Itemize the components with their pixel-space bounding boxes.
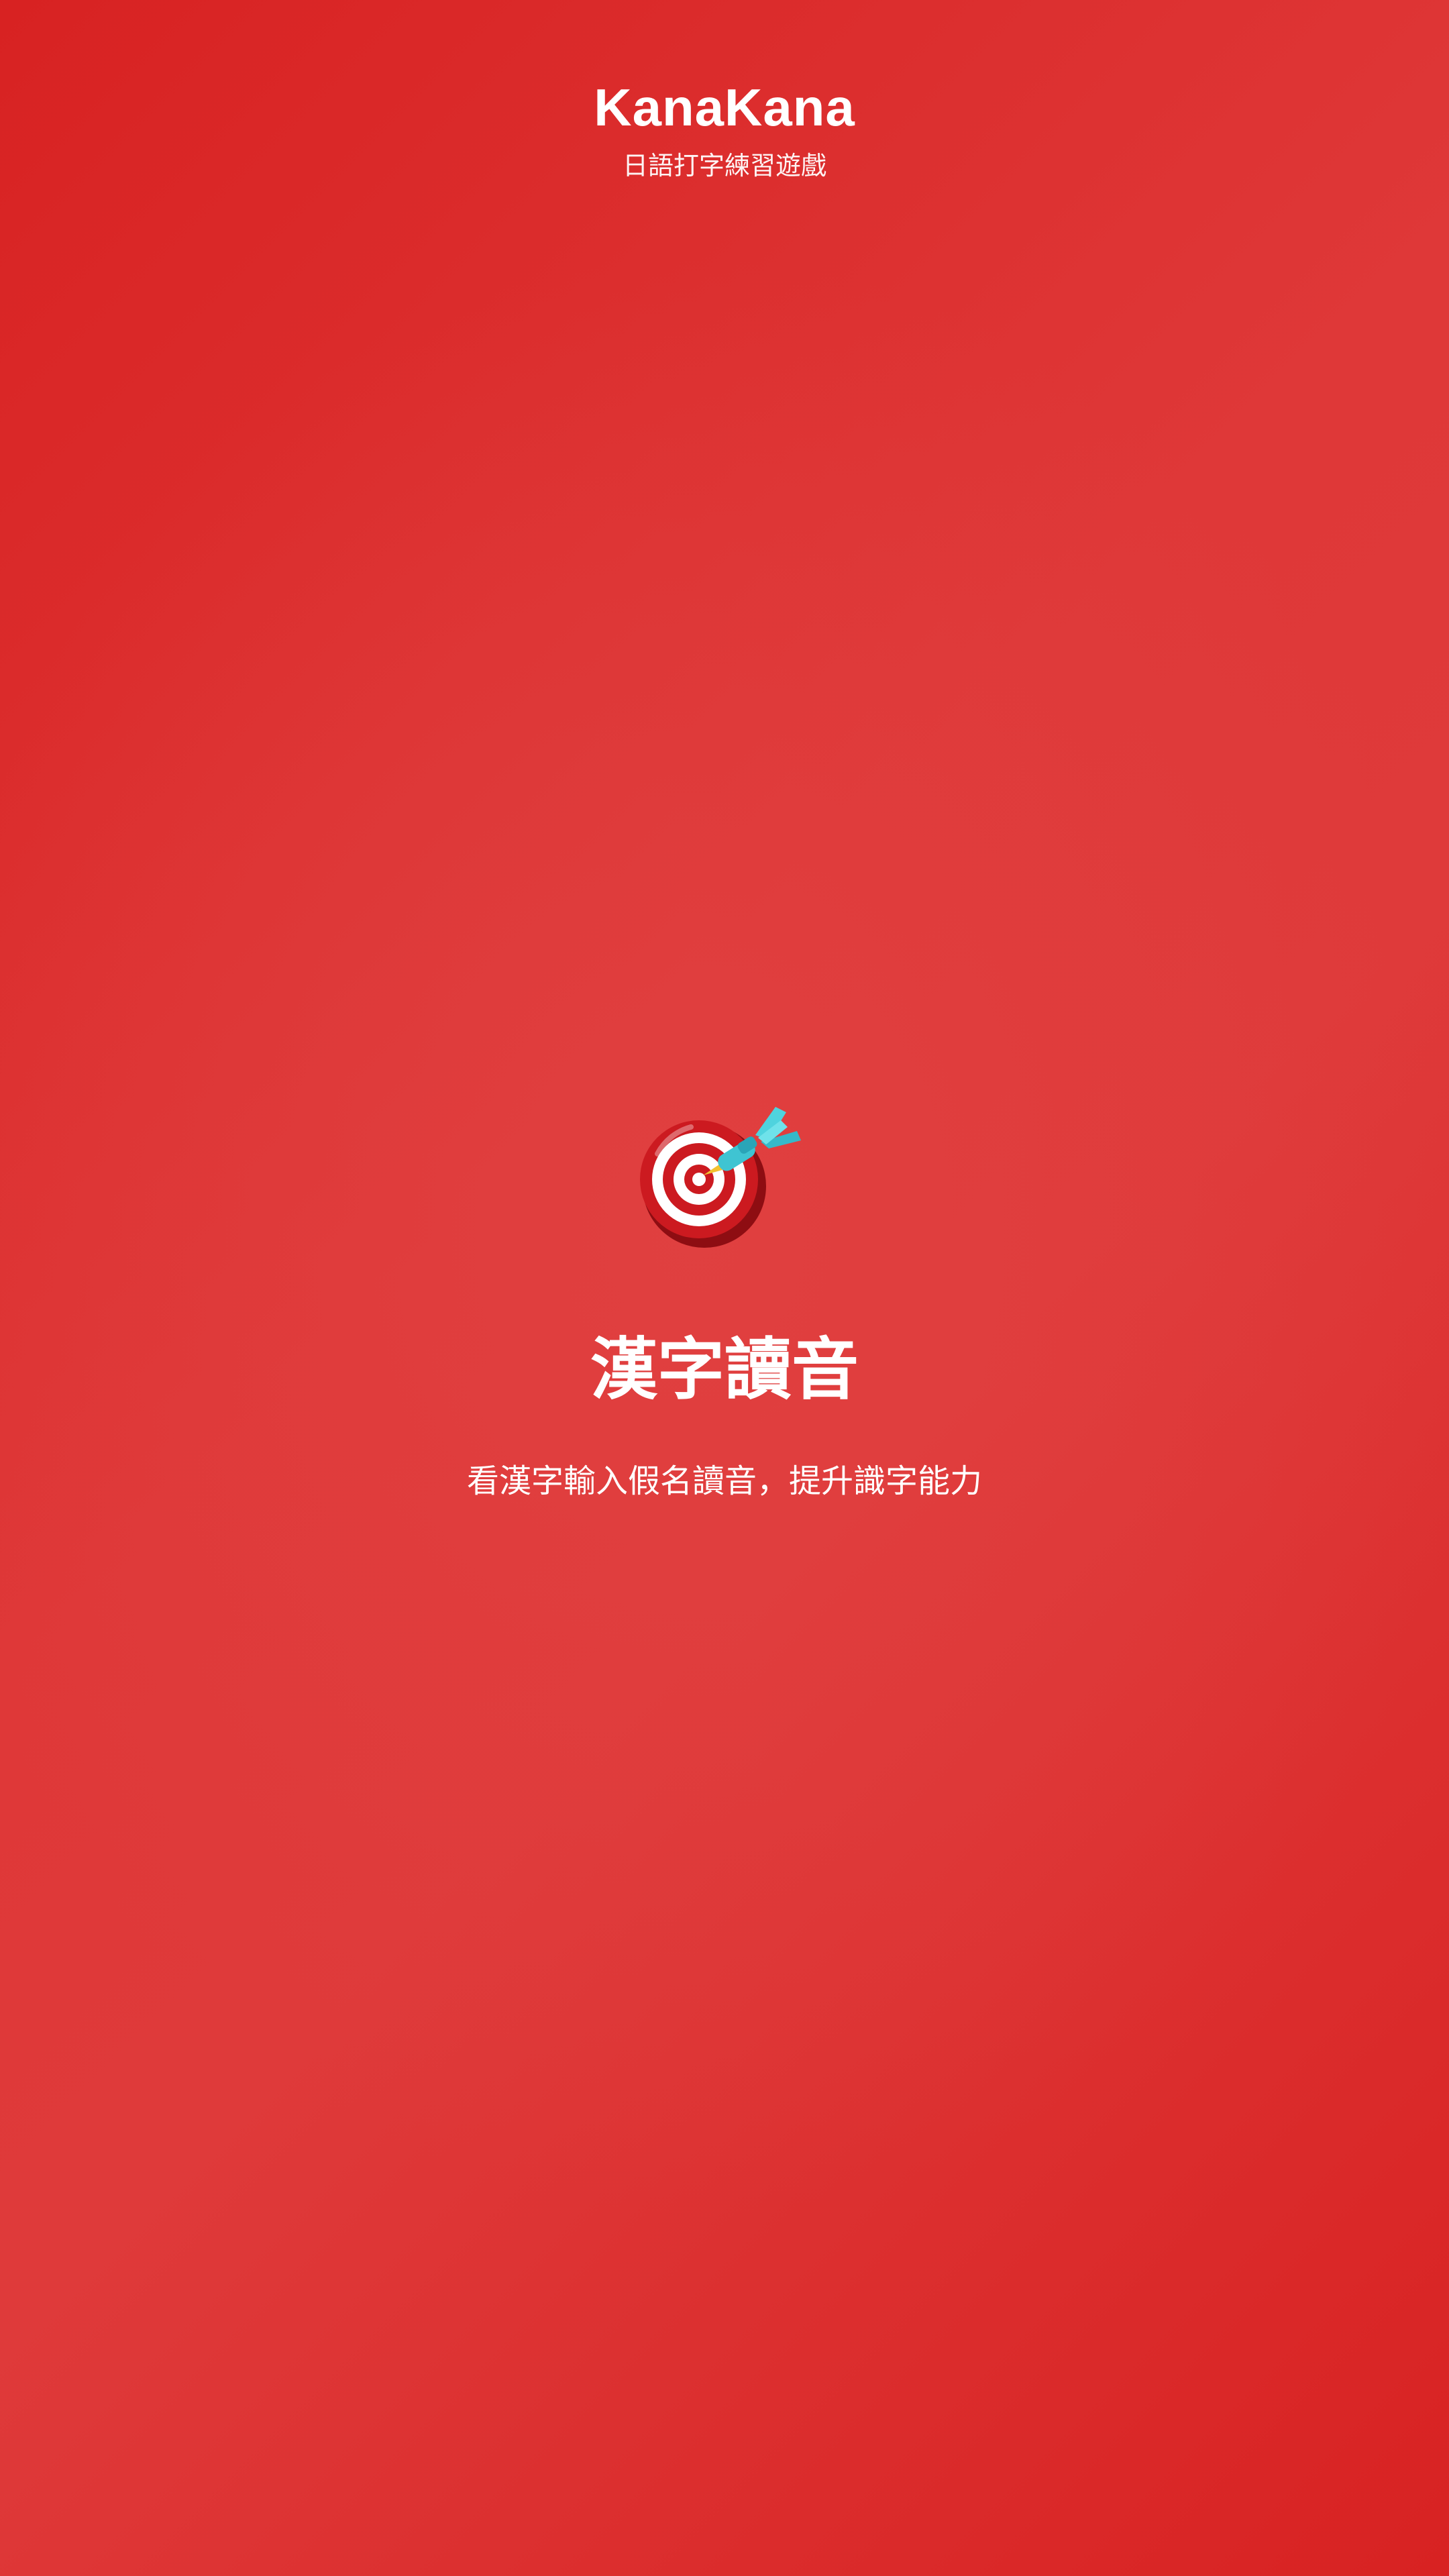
target-dart-icon xyxy=(640,1107,801,1248)
mode-description: 看漢字輸入假名讀音，提升識字能力 xyxy=(466,1462,982,1500)
app-subtitle: 日語打字練習遊戲 xyxy=(622,151,826,180)
game-mode-intro: 漢字讀音 看漢字輸入假名讀音，提升識字能力 xyxy=(0,1100,1449,1529)
app-title: KanaKana xyxy=(594,78,855,137)
mode-title: 漢字讀音 xyxy=(590,1330,859,1409)
